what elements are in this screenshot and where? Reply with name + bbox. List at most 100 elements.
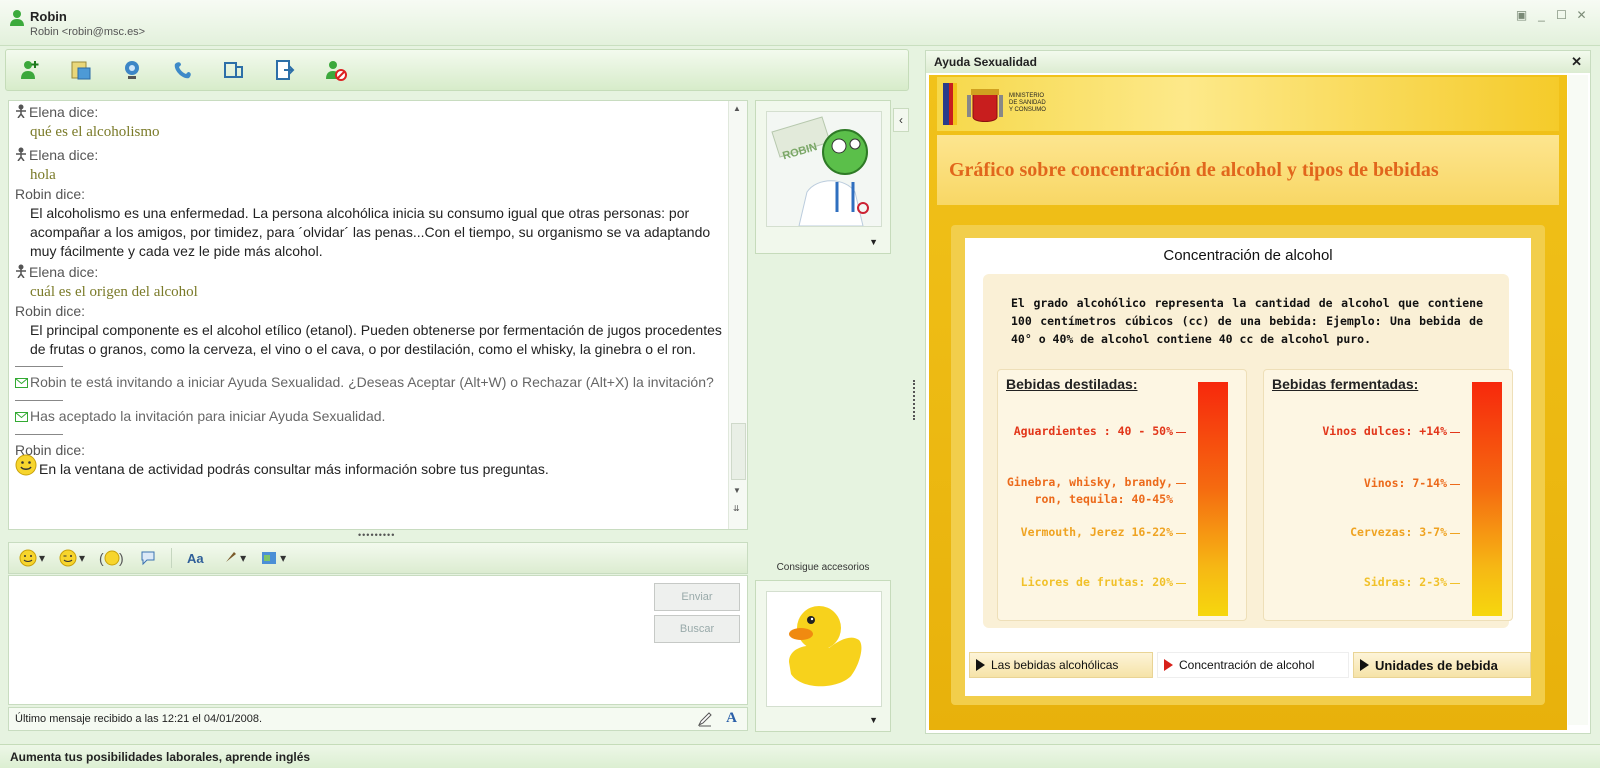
footer-ad[interactable]: Aumenta tus posibilidades laborales, apr… [0, 744, 1600, 768]
wink-icon[interactable]: ▾ [59, 549, 85, 567]
play-arrow-icon [976, 659, 985, 671]
font-icon[interactable]: Aa [186, 549, 206, 567]
block-contact-icon[interactable] [322, 56, 350, 84]
svg-text:Y CONSUMO: Y CONSUMO [1009, 107, 1046, 113]
activities-icon[interactable] [220, 56, 248, 84]
webcam-icon[interactable] [118, 56, 146, 84]
nav-button-drink-units[interactable]: Unidades de bebida [1353, 652, 1531, 678]
my-avatar-frame: ▼ [755, 580, 891, 732]
minimize-icon[interactable]: _ [1535, 8, 1548, 22]
fermented-item: Sidras: 2-3% [1264, 575, 1460, 589]
restore-icon[interactable]: ▣ [1515, 8, 1528, 22]
scroll-end-icon[interactable]: ⇊ [733, 504, 740, 513]
concentration-bar [1472, 382, 1502, 616]
svg-text:): ) [119, 550, 124, 566]
conversation-toolbar [5, 49, 909, 91]
nav-button-alcoholic-drinks[interactable]: Las bebidas alcohólicas [969, 652, 1153, 678]
emoticon-icon[interactable]: ▾ [19, 549, 45, 567]
fermented-item: Cervezas: 3-7% [1264, 525, 1460, 539]
activity-title: Ayuda Sexualidad [934, 55, 1037, 69]
content-frame: Concentración de alcohol El grado alcohó… [951, 225, 1545, 705]
message-text: En la ventana de actividad podrás consul… [15, 454, 727, 479]
maximize-icon[interactable]: ☐ [1555, 8, 1568, 22]
divider [15, 366, 63, 367]
font-style-icon[interactable]: A [726, 710, 737, 727]
fermented-column: Bebidas fermentadas: Vinos dulces: +14% … [1263, 369, 1513, 621]
contact-avatar-frame: ROBIN ▼ [755, 100, 891, 254]
accessories-menu-arrow-icon[interactable]: ▼ [869, 715, 878, 725]
nav-button-concentration[interactable]: Concentración de alcohol [1157, 652, 1349, 678]
close-activity-icon[interactable]: ✕ [1571, 54, 1582, 70]
send-button[interactable]: Enviar [654, 583, 740, 611]
search-button[interactable]: Buscar [654, 615, 740, 643]
message-text: qué es el alcoholismo [30, 124, 160, 140]
system-message: Has aceptado la invitación para iniciar … [15, 407, 727, 427]
message-sender: Elena dice: [15, 146, 727, 166]
activity-panel: Ayuda Sexualidad ✕ MINISTERIO DE SANIDAD… [925, 50, 1591, 734]
svg-text:DE SANIDAD: DE SANIDAD [1009, 100, 1046, 106]
scroll-up-icon[interactable]: ▲ [733, 104, 741, 113]
scrollbar-thumb[interactable] [731, 423, 746, 480]
distilled-item: Vermouth, Jerez 16-22% [998, 525, 1186, 539]
avatar-menu-arrow-icon[interactable]: ▼ [869, 237, 878, 247]
system-message: Robin te está invitando a iniciar Ayuda … [15, 373, 727, 393]
message-text: El principal componente es el alcohol et… [30, 322, 722, 357]
message-input[interactable]: Enviar Buscar [8, 575, 748, 705]
close-icon[interactable]: ✕ [1575, 8, 1588, 22]
divider [15, 434, 63, 435]
svg-text:MINISTERIO: MINISTERIO [1009, 93, 1044, 99]
person-icon [15, 104, 27, 123]
message-sender: Elena dice: [15, 263, 727, 283]
send-files-icon[interactable] [67, 56, 95, 84]
ministry-logo: MINISTERIO DE SANIDAD Y CONSUMO [943, 83, 1046, 125]
message-sender: Robin dice: [15, 442, 86, 458]
message-text: cuál es el origen del alcohol [30, 284, 198, 300]
fermented-item: Vinos dulces: +14% [1264, 424, 1460, 438]
envelope-icon [15, 408, 28, 427]
smiley-icon [15, 454, 37, 481]
activity-heading: Gráfico sobre concentración de alcohol y… [949, 158, 1439, 181]
animated-wink-icon[interactable]: () [99, 549, 125, 567]
status-bar: Último mensaje recibido a las 12:21 el 0… [8, 707, 748, 731]
message-text: hola [30, 167, 56, 183]
nudge-icon[interactable] [139, 549, 157, 567]
conversation-scrollbar[interactable]: ▲ ▼ ⇊ [728, 101, 747, 529]
ad-text[interactable]: Aumenta tus posibilidades laborales, apr… [10, 750, 310, 764]
panel-resize-handle[interactable] [913, 380, 916, 420]
message-sender: Robin dice: [15, 186, 86, 202]
intro-text: El grado alcohólico representa la cantid… [1011, 296, 1483, 346]
call-icon[interactable] [169, 56, 197, 84]
invite-contact-icon[interactable] [16, 56, 44, 84]
distilled-item: Ginebra, whisky, brandy, ron, tequila: 40… [998, 474, 1186, 508]
activity-content: MINISTERIO DE SANIDAD Y CONSUMO Gráfico … [929, 75, 1567, 730]
collapse-panel-button[interactable]: ‹ [893, 108, 909, 132]
info-box: El grado alcohólico representa la cantid… [983, 274, 1513, 628]
conversation-history[interactable]: Elena dice: qué es el alcoholismo Elena … [8, 100, 748, 530]
envelope-icon [15, 374, 28, 393]
divider [15, 400, 63, 401]
person-icon [15, 147, 27, 166]
fermented-title: Bebidas fermentadas: [1272, 376, 1419, 392]
handwriting-icon[interactable] [697, 711, 713, 730]
distilled-title: Bebidas destiladas: [1006, 376, 1138, 392]
message-text: El alcoholismo es una enfermedad. La per… [30, 205, 711, 259]
contact-avatar[interactable]: ROBIN [766, 111, 882, 227]
background-icon[interactable]: ▾ [260, 549, 286, 567]
contact-status-icon [8, 9, 26, 30]
svg-text:Aa: Aa [187, 551, 204, 566]
splitter-handle[interactable]: ••••••••• [358, 530, 395, 540]
activity-heading-box: Gráfico sobre concentración de alcohol y… [937, 135, 1559, 205]
contact-email: Robin <robin@msc.es> [30, 26, 146, 38]
accessories-label[interactable]: Consigue accesorios [755, 562, 891, 573]
message-sender: Elena dice: [15, 103, 727, 123]
my-avatar[interactable] [766, 591, 882, 707]
scroll-down-icon[interactable]: ▼ [733, 486, 741, 495]
card-title: Concentración de alcohol [1163, 247, 1333, 264]
message-sender: Robin dice: [15, 303, 86, 319]
distilled-item: Aguardientes : 40 - 50% [998, 424, 1186, 438]
brush-icon[interactable]: ▾ [220, 549, 246, 567]
last-message-status: Último mensaje recibido a las 12:21 el 0… [15, 713, 263, 725]
title-bar: Robin Robin <robin@msc.es> ▣ _ ☐ ✕ [0, 0, 1600, 46]
person-icon [15, 264, 27, 283]
games-icon[interactable] [271, 56, 299, 84]
